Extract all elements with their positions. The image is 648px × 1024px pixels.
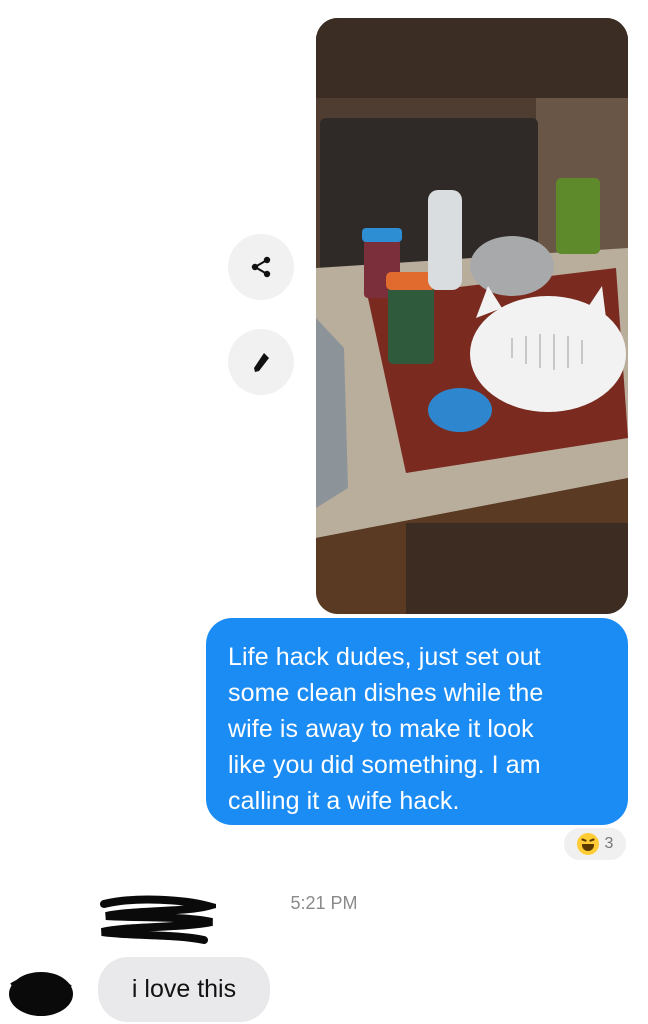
share-icon (251, 256, 271, 278)
pencil-icon (254, 353, 269, 372)
share-button[interactable] (228, 234, 294, 300)
laughing-face-icon (576, 833, 599, 855)
incoming-message-bubble[interactable]: i love this (98, 957, 270, 1022)
reaction-count: 3 (604, 835, 614, 852)
kitchen-photo-image (316, 18, 628, 614)
edit-button[interactable] (228, 329, 294, 395)
redacted-sender-name (100, 895, 216, 944)
outgoing-message-bubble[interactable]: Life hack dudes, just set out some clean… (206, 618, 628, 825)
redacted-avatar (9, 972, 73, 1016)
shared-photo[interactable] (316, 18, 628, 614)
reaction-badge[interactable]: 3 (562, 826, 628, 862)
